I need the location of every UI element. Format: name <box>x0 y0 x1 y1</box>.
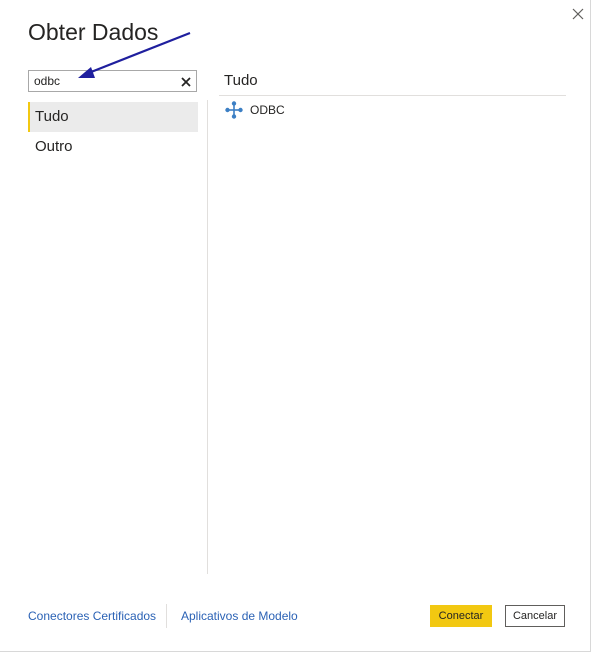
close-button[interactable] <box>569 5 587 23</box>
get-data-dialog: Obter Dados Tudo Outro Tudo ODBC <box>0 0 591 652</box>
dialog-title: Obter Dados <box>28 19 159 45</box>
search-box <box>28 70 197 92</box>
certified-connectors-link[interactable]: Conectores Certificados <box>28 609 156 623</box>
template-apps-link[interactable]: Aplicativos de Modelo <box>181 609 298 623</box>
category-nav: Tudo Outro <box>28 102 198 162</box>
nav-item-label: Outro <box>35 138 73 155</box>
nav-item-tudo[interactable]: Tudo <box>28 102 198 132</box>
nav-item-label: Tudo <box>35 108 69 125</box>
section-title: Tudo <box>224 72 258 89</box>
connector-label: ODBC <box>250 103 285 117</box>
section-divider <box>219 95 566 96</box>
connect-button[interactable]: Conectar <box>430 605 492 627</box>
footer-separator <box>166 604 167 628</box>
nav-item-outro[interactable]: Outro <box>28 132 198 162</box>
close-icon <box>572 8 584 20</box>
search-input[interactable] <box>29 71 178 91</box>
vertical-divider <box>207 100 208 574</box>
search-clear-button[interactable] <box>180 75 192 87</box>
odbc-connector-icon <box>225 101 243 119</box>
cancel-button[interactable]: Cancelar <box>505 605 565 627</box>
clear-x-icon <box>181 77 191 87</box>
connector-item-odbc[interactable]: ODBC <box>219 100 419 120</box>
